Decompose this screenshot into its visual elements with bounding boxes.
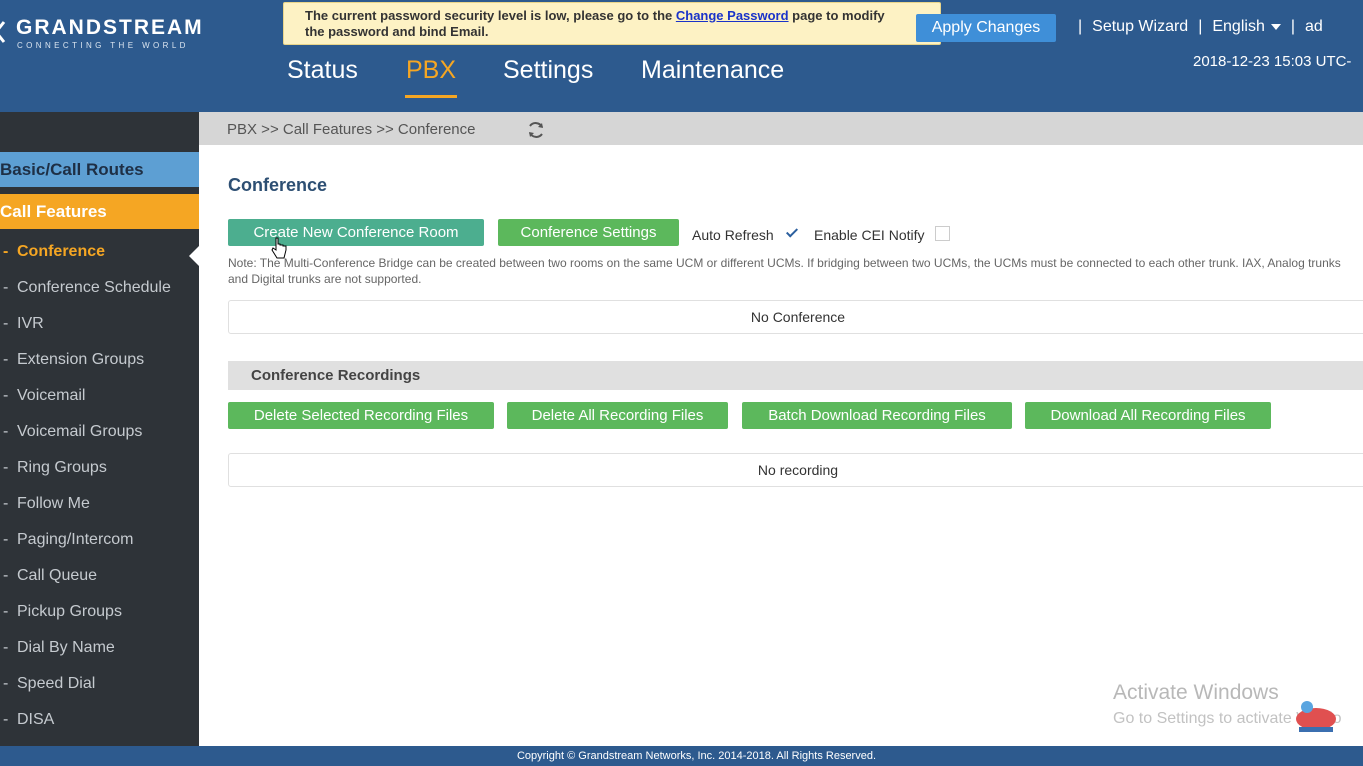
dash: - xyxy=(3,567,9,584)
top-links: | Setup Wizard | English | ad xyxy=(1068,18,1323,36)
conference-recordings-header: Conference Recordings xyxy=(228,361,1363,390)
sidebar-item-label: Follow Me xyxy=(17,495,90,512)
cei-notify-checkbox[interactable] xyxy=(935,226,950,241)
active-nav-underline xyxy=(405,95,457,98)
channel-badge-icon xyxy=(1296,701,1336,732)
sidebar-item-ivr[interactable]: - IVR xyxy=(0,315,44,333)
language-selector[interactable]: English xyxy=(1212,18,1281,36)
breadcrumb-bar: PBX >> Call Features >> Conference xyxy=(199,112,1363,145)
breadcrumb: PBX >> Call Features >> Conference xyxy=(227,121,476,138)
setup-wizard-link[interactable]: Setup Wizard xyxy=(1092,18,1188,36)
sidebar-item-label: Conference xyxy=(17,243,106,260)
dash: - xyxy=(3,459,9,476)
password-warning-banner: The current password security level is l… xyxy=(283,2,941,45)
sidebar-item-pickup-groups[interactable]: - Pickup Groups xyxy=(0,603,122,621)
sidebar-item-label: Paging/Intercom xyxy=(17,531,134,548)
sidebar-item-label: Conference Schedule xyxy=(17,279,171,296)
active-item-pointer xyxy=(189,246,199,266)
dash: - xyxy=(3,315,9,332)
sidebar-item-extension-groups[interactable]: - Extension Groups xyxy=(0,351,144,369)
warning-text-prefix: The current password security level is l… xyxy=(305,8,676,23)
top-header: GRANDSTREAM CONNECTING THE WORLD The cur… xyxy=(0,0,1363,112)
system-datetime: 2018-12-23 15:03 UTC- xyxy=(1193,53,1352,70)
conference-note: Note: The Multi-Conference Bridge can be… xyxy=(228,256,1341,286)
sidebar-item-label: DISA xyxy=(17,711,55,728)
page-title: Conference xyxy=(228,175,328,195)
dash: - xyxy=(3,531,9,548)
checkmark-icon xyxy=(785,225,799,238)
conference-settings-button[interactable]: Conference Settings xyxy=(498,219,679,246)
conference-list-empty: No Conference xyxy=(228,300,1363,334)
sidebar-item-label: Voicemail Groups xyxy=(17,423,143,440)
sidebar-section-call-features[interactable]: Call Features xyxy=(0,194,199,229)
user-menu[interactable]: ad xyxy=(1305,18,1323,36)
sidebar-item-voicemail[interactable]: - Voicemail xyxy=(0,387,85,405)
dash: - xyxy=(3,243,9,260)
activate-windows-watermark: Activate Windows xyxy=(1113,681,1279,704)
change-password-link[interactable]: Change Password xyxy=(676,8,789,23)
dash: - xyxy=(3,387,9,404)
sidebar-item-label: Pickup Groups xyxy=(17,603,122,620)
warning-text-line2: the password and bind Email. xyxy=(305,24,489,39)
delete-selected-recordings-button[interactable]: Delete Selected Recording Files xyxy=(228,402,494,429)
sidebar-item-dial-by-name[interactable]: - Dial By Name xyxy=(0,639,115,657)
dash: - xyxy=(3,639,9,656)
language-label: English xyxy=(1212,18,1265,35)
separator: | xyxy=(1290,18,1295,35)
dash: - xyxy=(3,711,9,728)
grandstream-logo[interactable]: GRANDSTREAM CONNECTING THE WORLD xyxy=(0,14,225,56)
sidebar-item-label: Dial By Name xyxy=(17,639,115,656)
sidebar-item-conference-schedule[interactable]: - Conference Schedule xyxy=(0,279,171,297)
sidebar-item-voicemail-groups[interactable]: - Voicemail Groups xyxy=(0,423,142,441)
recording-list-empty: No recording xyxy=(228,453,1363,487)
sidebar-item-label: Speed Dial xyxy=(17,675,96,692)
dash: - xyxy=(3,495,9,512)
logo-mark-icon xyxy=(0,21,6,43)
sidebar-item-follow-me[interactable]: - Follow Me xyxy=(0,495,90,513)
sidebar-item-label: Ring Groups xyxy=(17,459,107,476)
separator: | xyxy=(1198,18,1203,35)
cei-notify-label: Enable CEI Notify xyxy=(814,227,925,243)
apply-changes-button[interactable]: Apply Changes xyxy=(916,14,1056,42)
sidebar-item-ring-groups[interactable]: - Ring Groups xyxy=(0,459,107,477)
logo-tagline: CONNECTING THE WORLD xyxy=(17,41,189,50)
auto-refresh-label: Auto Refresh xyxy=(692,227,774,243)
delete-all-recordings-button[interactable]: Delete All Recording Files xyxy=(507,402,728,429)
chevron-down-icon xyxy=(1270,23,1281,30)
logo-main-text: GRANDSTREAM xyxy=(16,16,204,39)
sidebar-section-basic-call-routes[interactable]: Basic/Call Routes xyxy=(0,152,199,187)
separator: | xyxy=(1078,18,1083,35)
create-conference-room-button[interactable]: Create New Conference Room xyxy=(228,219,484,246)
sidebar-item-paging-intercom[interactable]: - Paging/Intercom xyxy=(0,531,134,549)
sidebar-item-label: Call Queue xyxy=(17,567,98,584)
warning-text-suffix: page to modify xyxy=(788,8,885,23)
sidebar-item-speed-dial[interactable]: - Speed Dial xyxy=(0,675,95,693)
sidebar-item-call-queue[interactable]: - Call Queue xyxy=(0,567,97,585)
dash: - xyxy=(3,351,9,368)
download-all-recordings-button[interactable]: Download All Recording Files xyxy=(1025,402,1271,429)
sidebar: Basic/Call Routes Call Features - Confere… xyxy=(0,112,199,746)
sidebar-item-conference[interactable]: - Conference xyxy=(0,243,105,261)
dash: - xyxy=(3,675,9,692)
nav-settings[interactable]: Settings xyxy=(503,56,593,85)
nav-pbx[interactable]: PBX xyxy=(406,56,456,85)
sidebar-item-label: Voicemail xyxy=(17,387,86,404)
sidebar-item-label: Extension Groups xyxy=(17,351,145,368)
refresh-icon[interactable] xyxy=(526,120,546,140)
batch-download-recordings-button[interactable]: Batch Download Recording Files xyxy=(742,402,1012,429)
nav-maintenance[interactable]: Maintenance xyxy=(641,56,784,85)
dash: - xyxy=(3,603,9,620)
sidebar-item-disa[interactable]: - DISA xyxy=(0,711,54,729)
mouse-pointer-icon xyxy=(271,237,287,259)
sidebar-item-label: IVR xyxy=(17,315,44,332)
dash: - xyxy=(3,423,9,440)
main-content: Conference Create New Conference Room Co… xyxy=(199,145,1363,741)
dash: - xyxy=(3,279,9,296)
auto-refresh-checkbox[interactable] xyxy=(785,225,800,241)
footer-copyright: Copyright © Grandstream Networks, Inc. 2… xyxy=(0,746,1363,766)
nav-status[interactable]: Status xyxy=(287,56,358,85)
